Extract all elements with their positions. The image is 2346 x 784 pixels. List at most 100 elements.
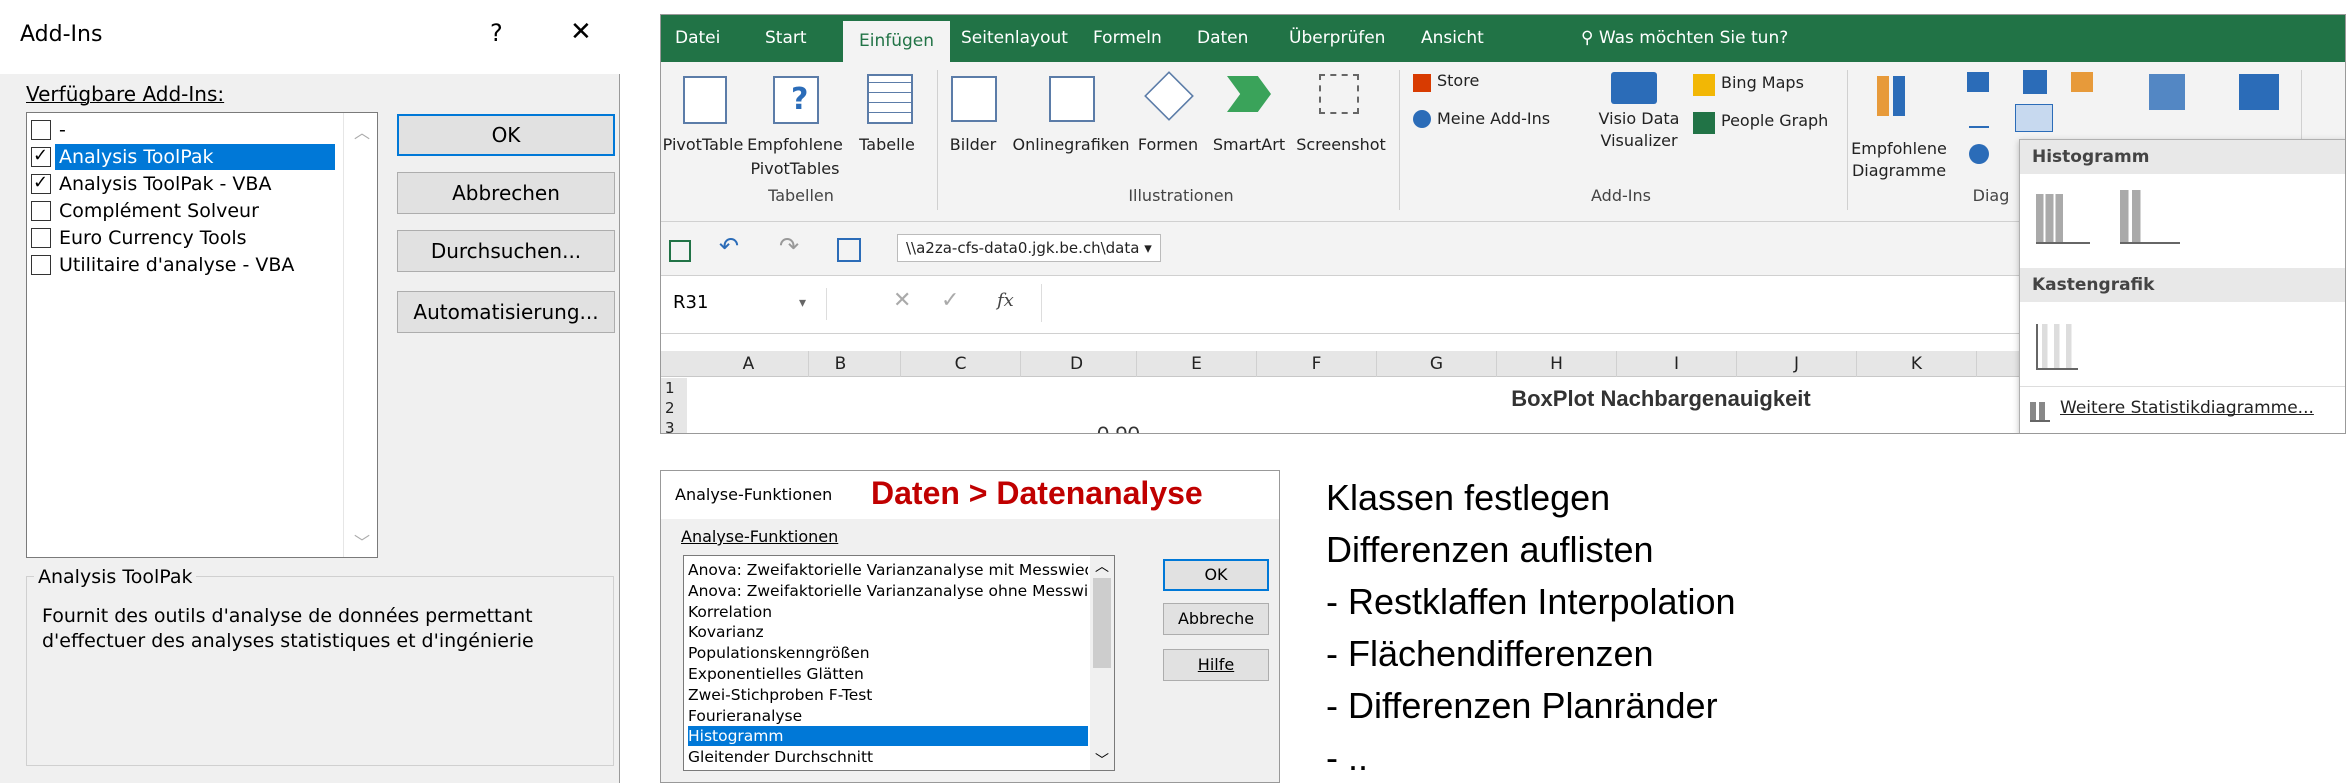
analysis-list-item[interactable]: Gleitender Durchschnitt <box>688 747 1088 767</box>
addin-list-item[interactable]: ✓ Analysis ToolPak <box>29 144 341 170</box>
tab-3[interactable]: Seitenlayout <box>961 15 1068 62</box>
my-addins-icon[interactable] <box>1413 110 1431 128</box>
smartart-button[interactable]: SmartArt <box>1207 134 1291 156</box>
addin-checkbox[interactable]: ✓ <box>31 172 51 194</box>
shapes-button[interactable]: Formen <box>1137 134 1199 156</box>
confirm-entry-icon[interactable]: ✓ <box>941 288 959 313</box>
cancel-entry-icon[interactable]: ✕ <box>893 288 911 313</box>
more-statistic-charts-link[interactable]: Weitere Statistikdiagramme... <box>2060 398 2314 418</box>
analysis-list-item[interactable]: Anova: Zweifaktorielle Varianzanalyse oh… <box>688 581 1088 601</box>
tell-me-box[interactable]: ⚲ Was möchten Sie tun? <box>1581 15 1788 62</box>
row-header[interactable]: 3 <box>661 418 687 433</box>
analysis-scrollbar[interactable]: ︿ ﹀ <box>1090 556 1114 770</box>
table-icon[interactable] <box>867 74 913 124</box>
bing-maps-button[interactable]: Bing Maps <box>1721 72 1804 94</box>
screenshot-icon[interactable] <box>1319 74 1359 114</box>
addin-list-item[interactable]: Utilitaire d'analyse - VBA <box>29 252 341 278</box>
analysis-list-item[interactable]: Zwei-Stichproben F-Test <box>688 685 1088 705</box>
save-icon[interactable] <box>669 240 691 262</box>
pivotchart-icon[interactable] <box>2149 74 2185 110</box>
pareto-chart-icon[interactable] <box>2120 190 2180 244</box>
tab-5[interactable]: Daten <box>1197 15 1248 62</box>
pictures-icon[interactable] <box>951 76 997 122</box>
column-chart-icon[interactable] <box>1967 72 1989 92</box>
pivottable-icon[interactable] <box>683 76 727 124</box>
addin-checkbox[interactable] <box>31 228 51 248</box>
statistic-chart-icon[interactable] <box>2015 104 2053 132</box>
column-header[interactable]: H <box>1497 351 1617 377</box>
scroll-up-icon[interactable]: ︿ <box>1095 556 1109 576</box>
addin-checkbox[interactable] <box>31 201 51 221</box>
undo-icon[interactable]: ↶ <box>719 232 739 260</box>
addin-checkbox[interactable] <box>31 120 51 140</box>
chart-title[interactable]: BoxPlot Nachbargenauigkeit <box>1361 386 1961 412</box>
redo-icon[interactable]: ↷ <box>779 232 799 260</box>
analysis-listbox[interactable]: Anova: Zweifaktorielle Varianzanalyse mi… <box>683 555 1115 771</box>
people-graph-icon[interactable] <box>1693 112 1715 134</box>
row-header[interactable]: 1 <box>661 378 687 398</box>
automation-button[interactable]: Automatisierung... <box>397 291 615 333</box>
analysis-cancel-button[interactable]: Abbreche <box>1163 603 1269 635</box>
column-header[interactable]: C <box>901 351 1021 377</box>
addins-listbox[interactable]: - ✓ Analysis ToolPak ✓ Analysis ToolPak - VB… <box>26 112 378 558</box>
tab-7[interactable]: Ansicht <box>1421 15 1484 62</box>
column-header[interactable]: K <box>1857 351 1977 377</box>
scroll-down-icon[interactable]: ﹀ <box>354 529 370 553</box>
my-addins-button[interactable]: Meine Add-Ins <box>1437 108 1550 130</box>
column-header[interactable]: J <box>1737 351 1857 377</box>
analysis-list-item[interactable]: Korrelation <box>688 602 1088 622</box>
recommended-charts-line1[interactable]: Empfohlene <box>1851 138 1947 160</box>
pivottable-button[interactable]: PivotTable <box>661 134 745 156</box>
column-header[interactable]: E <box>1137 351 1257 377</box>
pictures-button[interactable]: Bilder <box>937 134 1009 156</box>
tab-2[interactable]: Einfügen <box>843 21 951 62</box>
smartart-icon[interactable] <box>1227 76 1271 112</box>
recommended-pivottables-icon[interactable]: ? <box>773 76 819 124</box>
analysis-list-item[interactable]: Exponentielles Glätten <box>688 664 1088 684</box>
analysis-ok-button[interactable]: OK <box>1163 559 1269 591</box>
column-header[interactable]: B <box>781 351 901 377</box>
help-icon[interactable]: ? <box>490 19 503 47</box>
tab-4[interactable]: Formeln <box>1093 15 1162 62</box>
people-graph-button[interactable]: People Graph <box>1721 110 1828 132</box>
ok-button[interactable]: OK <box>397 114 615 156</box>
line-chart-icon[interactable] <box>1969 106 1989 128</box>
box-whisker-icon[interactable] <box>2036 324 2078 370</box>
visio-icon[interactable] <box>1611 72 1657 104</box>
row-header[interactable]: 2 <box>661 398 687 418</box>
addin-list-item[interactable]: ✓ Analysis ToolPak - VBA <box>29 171 341 197</box>
column-header[interactable]: F <box>1257 351 1377 377</box>
scroll-down-icon[interactable]: ﹀ <box>1095 750 1109 770</box>
histogram-chart-icon[interactable] <box>2036 194 2090 244</box>
recommended-pivottables-line2[interactable]: PivotTables <box>745 158 845 180</box>
visio-line1[interactable]: Visio Data <box>1591 108 1687 130</box>
analysis-help-button[interactable]: Hilfe <box>1163 649 1269 681</box>
screenshot-button[interactable]: Screenshot <box>1291 134 1391 156</box>
addin-checkbox[interactable] <box>31 255 51 275</box>
borders-icon[interactable] <box>837 238 861 262</box>
store-icon[interactable] <box>1413 74 1431 92</box>
recommended-charts-line2[interactable]: Diagramme <box>1851 160 1947 182</box>
online-pictures-button[interactable]: Onlinegrafiken <box>1007 134 1135 156</box>
analysis-list-item[interactable]: Histogramm <box>688 726 1088 747</box>
scroll-thumb[interactable] <box>1093 578 1111 668</box>
path-combobox[interactable]: \\a2za-cfs-data0.jgk.be.ch\data ▾ <box>897 234 1161 262</box>
name-box[interactable]: R31 ▾ <box>667 288 827 320</box>
pie-chart-icon[interactable] <box>1969 144 1989 164</box>
insert-function-icon[interactable]: fx <box>997 290 1014 311</box>
visio-line2[interactable]: Visualizer <box>1591 130 1687 152</box>
column-header[interactable]: G <box>1377 351 1497 377</box>
browse-button[interactable]: Durchsuchen... <box>397 230 615 272</box>
addin-list-item[interactable]: Complément Solveur <box>29 198 341 224</box>
close-icon[interactable]: ✕ <box>570 17 592 47</box>
recommended-charts-icon[interactable] <box>1877 76 1917 116</box>
store-button[interactable]: Store <box>1437 70 1479 92</box>
tab-6[interactable]: Überprüfen <box>1289 15 1385 62</box>
analysis-list-item[interactable]: Populationskenngrößen <box>688 643 1088 663</box>
cancel-button[interactable]: Abbrechen <box>397 172 615 214</box>
3d-map-icon[interactable] <box>2239 74 2279 110</box>
bing-maps-icon[interactable] <box>1693 74 1715 96</box>
analysis-list-item[interactable]: Kovarianz <box>688 622 1088 642</box>
recommended-pivottables-line1[interactable]: Empfohlene <box>745 134 845 156</box>
addin-list-item[interactable]: - <box>29 117 341 143</box>
